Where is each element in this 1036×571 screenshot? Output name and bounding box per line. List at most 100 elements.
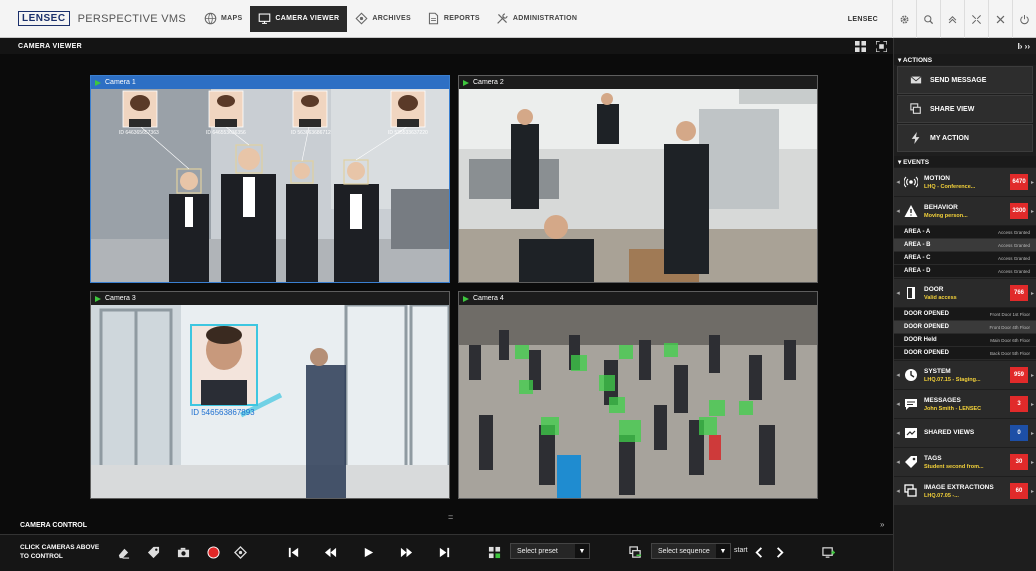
event-detail-row[interactable]: AREA - B Access Granted [894,239,1036,252]
tag-button[interactable] [143,543,163,561]
events-section-header[interactable]: ▾ EVENTS [894,156,1036,167]
close-button[interactable] [988,0,1012,38]
fullscreen-icon[interactable] [876,40,887,52]
play-button[interactable] [358,543,378,561]
search-button[interactable] [916,0,940,38]
logout-button[interactable] [1012,0,1036,38]
search-icon [924,14,934,24]
camera-title-bar: Camera 3 [91,292,449,305]
camera-control-title: CAMERA CONTROL [20,522,88,529]
event-behavior[interactable]: ◂ BEHAVIOR Moving person... 3300 ▸ [894,197,1036,225]
event-image-extractions[interactable]: ◂ IMAGE EXTRACTIONS LHQ.07.05 -... 60 ▸ [894,477,1036,505]
chevron-right-icon: ▸ [1030,459,1034,466]
add-monitor-button[interactable] [818,543,838,561]
sequence-start-label: start [734,547,748,554]
event-detail-row[interactable]: AREA - D Access Granted [894,265,1036,278]
nav-administration[interactable]: ADMINISTRATION [488,6,585,32]
chevron-left-icon: ◂ [896,290,900,297]
nav-maps[interactable]: MAPS [196,6,250,32]
event-motion[interactable]: ◂ MOTION LHQ - Conference... 6470 ▸ [894,168,1036,196]
shared-views-icon [902,426,920,440]
snapshot-button[interactable] [173,543,193,561]
event-shared-views[interactable]: ◂ SHARED VIEWS 0 ▸ [894,419,1036,447]
sequence-icon-button[interactable] [625,543,645,561]
top-nav-bar: LENSEC PERSPECTIVE VMS MAPS CAMERA VIEWE… [0,0,1036,38]
event-count-badge: 6470 [1010,174,1028,190]
chevron-up-icon [948,15,957,23]
actions-section-header[interactable]: ▾ ACTIONS [894,54,1036,65]
event-count-badge: 30 [1010,454,1028,470]
event-detail-row[interactable]: AREA - C Access Granted [894,252,1036,265]
sequence-next-button[interactable] [769,543,789,561]
power-icon [1020,14,1029,24]
preset-icon-button[interactable] [484,543,504,561]
nav-archives[interactable]: ARCHIVES [347,6,419,32]
right-sidebar: I› ›› ▾ ACTIONS SEND MESSAGE SHARE VIEW … [893,38,1036,571]
event-detail-row[interactable]: DOOR OPENED Front Door 1st Floor [894,308,1036,321]
grid-layout-icon[interactable] [855,40,866,52]
camera-tile-4[interactable]: Camera 4 [458,291,818,499]
collapse-panel-button[interactable]: » [880,520,884,529]
play-icon [95,295,101,302]
camera-2-feed [459,89,817,282]
sequence-prev-button[interactable] [749,543,769,561]
scroll-up-button[interactable] [940,0,964,38]
event-count-badge: 3 [1010,396,1028,412]
chevron-right-icon: ▸ [1030,179,1034,186]
archive-button[interactable] [230,543,250,561]
chevron-left-icon: ◂ [896,459,900,466]
record-button[interactable] [203,543,223,561]
motion-icon [902,175,920,189]
camera-tile-1[interactable]: Camera 1 ID 646365657363 ID 646553636356… [90,75,450,283]
rewind-button[interactable] [320,543,340,561]
play-icon [364,547,373,557]
camera-1-feed: ID 646365657363 ID 646553636356 ID 56366… [91,89,449,282]
event-messages[interactable]: ◂ MESSAGES John Smith - LENSEC 3 ▸ [894,390,1036,418]
event-door[interactable]: ◂ DOOR Valid access 766 ▸ [894,279,1036,307]
clear-button[interactable] [113,543,133,561]
sequence-select-value: Select sequence [658,547,710,555]
face-id-4: ID 535533637220 [388,130,428,136]
share-view-button[interactable]: SHARE VIEW [897,95,1033,123]
fast-forward-button[interactable] [396,543,416,561]
image-extract-icon [902,484,920,498]
event-system[interactable]: ◂ SYSTEM LHQ.07.15 - Staging... 959 ▸ [894,361,1036,389]
chevron-right-icon [776,546,784,558]
event-tags[interactable]: ◂ TAGS Student second from... 30 ▸ [894,448,1036,476]
sequence-select[interactable]: Select sequence ▼ [651,543,731,559]
chevron-left-icon: ◂ [896,430,900,437]
send-message-button[interactable]: SEND MESSAGE [897,66,1033,94]
event-detail-row[interactable]: DOOR OPENED Front Door 4th Floor [894,321,1036,334]
event-detail-row[interactable]: DOOR Held Main Door 6th Floor [894,334,1036,347]
sidebar-toggle[interactable]: I› ›› [894,38,1036,54]
drag-handle[interactable]: = [448,512,453,522]
event-detail-row[interactable]: AREA - A Access Granted [894,226,1036,239]
play-icon [463,295,469,302]
preset-select[interactable]: Select preset ▼ [510,543,590,559]
eraser-icon [118,548,129,559]
nav-reports[interactable]: REPORTS [419,6,488,32]
tag-icon [147,546,159,558]
camera-label: Camera 2 [473,79,504,86]
chevron-left-icon: ◂ [896,401,900,408]
settings-button[interactable] [892,0,916,38]
play-icon [463,79,469,86]
camera-title-bar: Camera 2 [459,76,817,89]
my-action-button[interactable]: MY ACTION [897,124,1033,152]
preset-grid-icon [488,546,500,558]
archive-icon [355,12,368,25]
lightning-icon [911,132,920,144]
camera-viewer-header: CAMERA VIEWER [0,38,893,54]
camera-tile-3[interactable]: Camera 3 ID 546563867893 [90,291,450,499]
skip-forward-icon [439,547,449,557]
event-detail-row[interactable]: DOOR OPENED Back Door 5th Floor [894,347,1036,360]
minimize-button[interactable] [964,0,988,38]
chevron-left-icon: ◂ [896,208,900,215]
nav-camera-viewer[interactable]: CAMERA VIEWER [250,5,348,32]
camera-tile-2[interactable]: Camera 2 [458,75,818,283]
skip-start-button[interactable] [283,543,303,561]
camera-label: Camera 1 [105,79,136,86]
skip-end-button[interactable] [434,543,454,561]
chevron-right-icon: ▸ [1030,488,1034,495]
camera-4-feed [459,305,817,498]
